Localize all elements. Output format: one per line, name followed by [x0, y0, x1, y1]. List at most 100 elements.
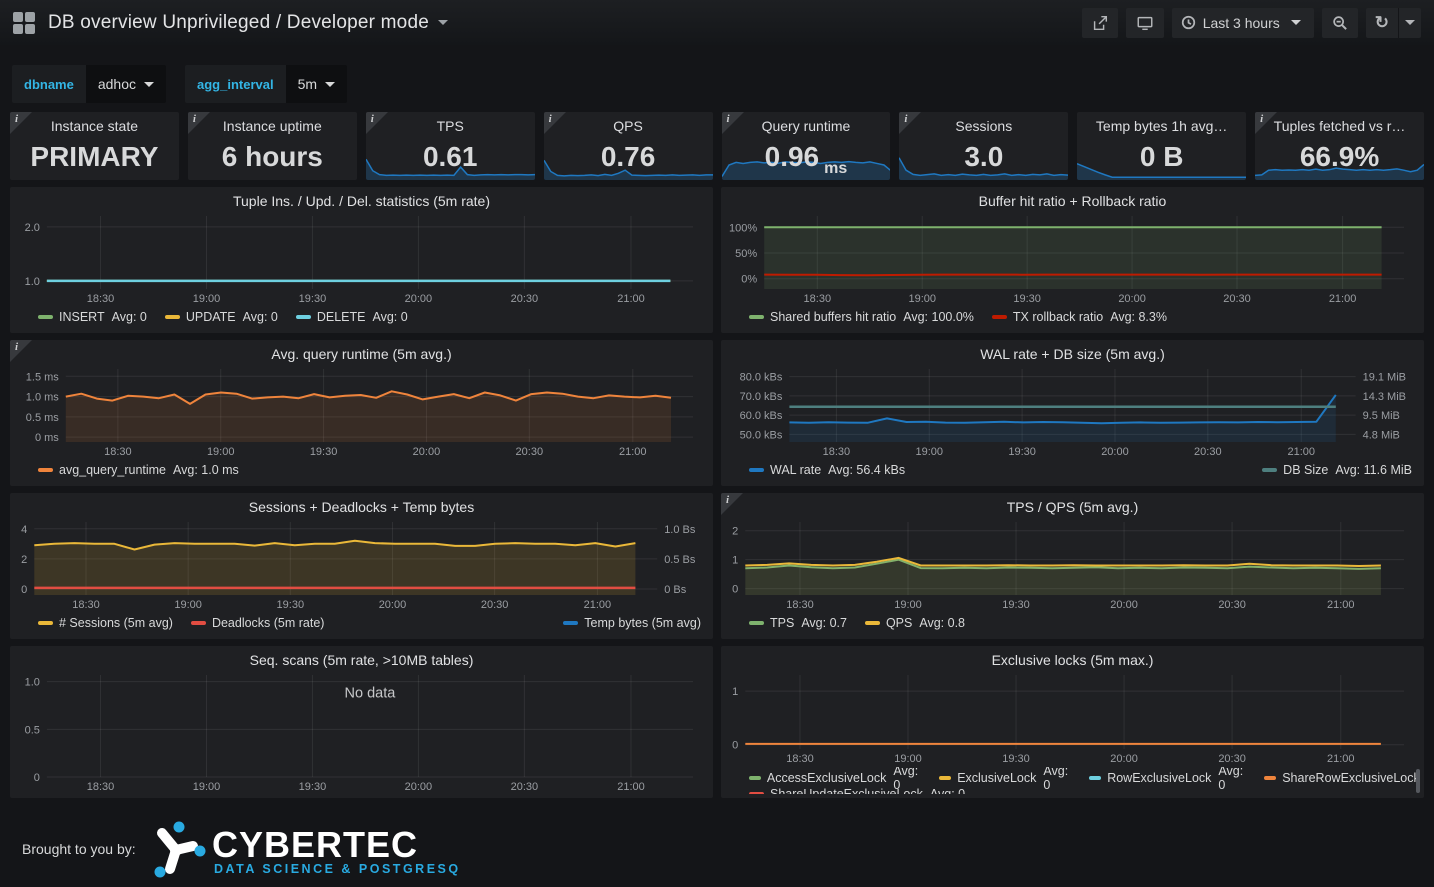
chart-panel-title[interactable]: Sessions + Deadlocks + Temp bytes [16, 493, 707, 517]
dashboard-title-caret-icon[interactable] [438, 20, 448, 25]
stat-value-wrap: 0.61 [366, 134, 535, 180]
svg-text:0.5 ms: 0.5 ms [26, 412, 60, 424]
legend-series-avg: Avg: 0.7 [801, 616, 847, 630]
tx-rollback-ratio-series-swatch [992, 315, 1007, 319]
svg-text:19:30: 19:30 [1002, 753, 1030, 765]
stat-value: 0.61 [423, 143, 478, 171]
svg-text:1.0: 1.0 [25, 677, 40, 689]
stat-panel-title[interactable]: Instance uptime [188, 118, 357, 134]
legend-item-tx-rollback-ratio[interactable]: TX rollback ratio Avg: 8.3% [992, 310, 1167, 324]
chart-panel-title[interactable]: Seq. scans (5m rate, >10MB tables) [16, 646, 707, 670]
chart-panel-title[interactable]: Tuple Ins. / Upd. / Del. statistics (5m … [16, 187, 707, 211]
legend-item-sessions-5m-avg[interactable]: # Sessions (5m avg) [38, 616, 173, 630]
legend-item-temp-bytes-5m-avg[interactable]: Temp bytes (5m avg) [563, 616, 701, 630]
svg-text:20:00: 20:00 [1101, 446, 1129, 458]
legend-item-avg-query-runtime[interactable]: avg_query_runtimeAvg: 1.0 ms [38, 463, 239, 477]
stat-panel-title[interactable]: Instance state [10, 118, 179, 134]
refresh-interval-dropdown[interactable] [1398, 8, 1421, 38]
panel-info-corner-icon[interactable]: i [188, 112, 210, 134]
stat-panel-title[interactable]: QPS [544, 118, 713, 134]
legend-row: avg_query_runtimeAvg: 1.0 ms [38, 460, 707, 479]
legend-item-db-size[interactable]: DB SizeAvg: 11.6 MiB [1262, 463, 1412, 477]
time-range-picker[interactable]: Last 3 hours [1172, 8, 1314, 38]
legend-series-avg: Avg: 0 [372, 310, 407, 324]
legend-item-update[interactable]: UPDATEAvg: 0 [165, 310, 278, 324]
panel-info-corner-icon[interactable]: i [899, 112, 921, 134]
legend-item-shareupdateexclusivelock[interactable]: ShareUpdateExclusiveLockAvg: 0 [749, 787, 965, 794]
svg-text:19:30: 19:30 [1002, 599, 1030, 611]
tv-mode-button[interactable] [1126, 8, 1164, 38]
legend-item-delete[interactable]: DELETEAvg: 0 [296, 310, 408, 324]
svg-text:19:30: 19:30 [299, 781, 327, 793]
refresh-button[interactable]: ↻ [1366, 8, 1398, 38]
panel-info-corner-icon[interactable]: i [366, 112, 388, 134]
svg-text:19:00: 19:00 [174, 599, 202, 611]
legend-item-insert[interactable]: INSERTAvg: 0 [38, 310, 147, 324]
stat-panel-title[interactable]: Sessions [899, 118, 1068, 134]
legend-series-label: ShareRowExclusiveLock [1282, 771, 1418, 785]
chart-panel-title[interactable]: Avg. query runtime (5m avg.) [16, 340, 707, 364]
legend-item-wal-rate[interactable]: WAL rateAvg: 56.4 kBs [749, 463, 905, 477]
share-button[interactable] [1082, 8, 1118, 38]
legend-series-avg: Avg: 100.0% [903, 310, 974, 324]
grafana-dashboard-icon[interactable] [13, 12, 35, 34]
panel-info-corner-icon[interactable]: i [722, 112, 744, 134]
variable-dbname: dbname adhoc [12, 65, 166, 103]
stat-panel-title[interactable]: Tuples fetched vs r… [1255, 118, 1424, 134]
panel-info-corner-icon[interactable]: i [544, 112, 566, 134]
zoom-out-button[interactable] [1322, 8, 1358, 38]
svg-text:21:00: 21:00 [1329, 293, 1357, 305]
legend-item-deadlocks-5m-rate[interactable]: Deadlocks (5m rate) [191, 616, 325, 630]
chart-panel-title[interactable]: WAL rate + DB size (5m avg.) [727, 340, 1418, 364]
svg-text:1.5 ms: 1.5 ms [26, 371, 60, 383]
legend-series-label: TX rollback ratio [1013, 310, 1103, 324]
panel-info-corner-icon[interactable]: i [721, 493, 743, 515]
svg-text:20:30: 20:30 [481, 599, 509, 611]
svg-text:19:00: 19:00 [193, 781, 221, 793]
legend-series-label: ShareUpdateExclusiveLock [770, 787, 923, 794]
top-navbar: DB overview Unprivileged / Developer mod… [0, 0, 1434, 45]
svg-text:0 ms: 0 ms [35, 432, 59, 444]
legend-item-tps[interactable]: TPSAvg: 0.7 [749, 616, 847, 630]
svg-text:20:00: 20:00 [405, 293, 433, 305]
svg-text:21:00: 21:00 [584, 599, 612, 611]
legend-item-shared-buffers-hit-ratio[interactable]: Shared buffers hit ratioAvg: 100.0% [749, 310, 974, 324]
svg-text:19:00: 19:00 [915, 446, 943, 458]
chart-plot-locks: 18:3019:0019:3020:0020:3021:0010 [727, 670, 1418, 767]
stat-panel-title[interactable]: Query runtime [722, 118, 891, 134]
legend-series-label: AccessExclusiveLock [767, 771, 887, 785]
svg-text:14.3 MiB: 14.3 MiB [1363, 391, 1406, 403]
chart-panel-title[interactable]: TPS / QPS (5m avg.) [727, 493, 1418, 517]
svg-text:18:30: 18:30 [786, 599, 814, 611]
stat-panel-title[interactable]: TPS [366, 118, 535, 134]
svg-text:20:00: 20:00 [413, 446, 441, 458]
legend-series-label: UPDATE [186, 310, 236, 324]
legend-series-label: INSERT [59, 310, 105, 324]
stat-panel-temp-bytes-1h-avg: Temp bytes 1h avg…0 B [1077, 112, 1246, 180]
svg-text:70.0 kBs: 70.0 kBs [740, 391, 783, 403]
legend-series-avg: Avg: 8.3% [1110, 310, 1167, 324]
dashboard-title[interactable]: DB overview Unprivileged / Developer mod… [48, 12, 429, 34]
chart-legend-sessions_deadlocks: # Sessions (5m avg) Deadlocks (5m rate) Te… [16, 612, 707, 635]
panel-info-corner-icon[interactable]: i [10, 112, 32, 134]
chart-panel-avg_query_runtime: iAvg. query runtime (5m avg.)18:3019:001… [10, 340, 713, 486]
variable-dbname-value-dropdown[interactable]: adhoc [86, 65, 166, 103]
dashboard-panels: iInstance statePRIMARYiInstance uptime6 … [0, 112, 1434, 798]
legend-row: # Sessions (5m avg) Deadlocks (5m rate) Te… [38, 613, 707, 632]
stat-panel-title[interactable]: Temp bytes 1h avg… [1077, 118, 1246, 134]
svg-text:0.5 Bs: 0.5 Bs [664, 554, 696, 566]
panel-info-corner-icon[interactable]: i [10, 340, 32, 362]
dropdown-caret-icon [144, 82, 154, 87]
chart-legend-wal_db: WAL rateAvg: 56.4 kBs DB SizeAvg: 11.6 Mi… [727, 459, 1418, 482]
qps-series-swatch [865, 621, 880, 625]
legend-scrollbar[interactable] [1416, 769, 1420, 793]
chart-panel-title[interactable]: Exclusive locks (5m max.) [727, 646, 1418, 670]
svg-text:20:30: 20:30 [1194, 446, 1222, 458]
legend-item-qps[interactable]: QPSAvg: 0.8 [865, 616, 965, 630]
stat-panel-qps: iQPS0.76 [544, 112, 713, 180]
svg-text:2: 2 [732, 526, 738, 538]
panel-info-corner-icon[interactable]: i [1255, 112, 1277, 134]
stat-value-wrap: 0.96ms [722, 134, 891, 180]
variable-agg-interval-value-dropdown[interactable]: 5m [286, 65, 347, 103]
chart-panel-title[interactable]: Buffer hit ratio + Rollback ratio [727, 187, 1418, 211]
